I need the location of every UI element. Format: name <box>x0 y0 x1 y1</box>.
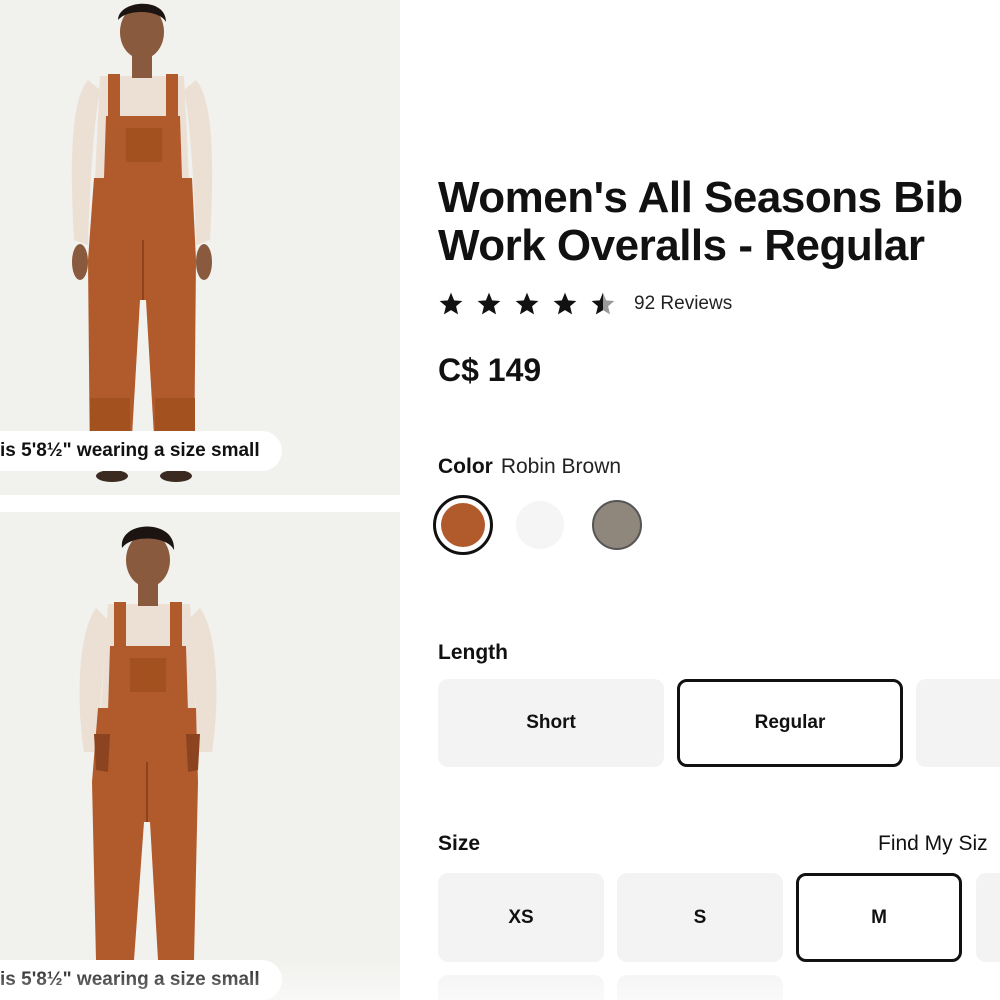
color-swatch-grey[interactable] <box>587 495 647 555</box>
product-page: is 5'8½" wearing a size small is 5'8½" w… <box>0 0 1000 1000</box>
rating-summary[interactable]: 92 Reviews <box>438 291 732 317</box>
product-info-panel: Women's All Seasons Bib Work Overalls - … <box>400 0 1000 1000</box>
swatch-color <box>441 503 485 547</box>
find-my-size-link[interactable]: Find My Siz <box>878 832 988 856</box>
model-caption: is 5'8½" wearing a size small <box>0 431 282 471</box>
size-option-row2[interactable] <box>438 975 604 1000</box>
model-photo <box>79 526 217 960</box>
color-label-row: Color Robin Brown <box>438 455 621 479</box>
color-swatch-robin-brown[interactable] <box>433 495 493 555</box>
model-photo <box>71 3 213 482</box>
star-full-icon <box>477 292 501 315</box>
length-option-more[interactable] <box>916 679 1000 767</box>
size-option-next[interactable] <box>976 873 1000 962</box>
size-option-xs[interactable]: XS <box>438 873 604 962</box>
star-full-icon <box>553 292 577 315</box>
reviews-link[interactable]: 92 Reviews <box>634 293 732 315</box>
length-option-short[interactable]: Short <box>438 679 664 767</box>
product-price: C$ 149 <box>438 352 542 388</box>
size-label: Size <box>438 832 481 855</box>
swatch-color <box>592 500 642 550</box>
gallery-divider <box>0 495 400 512</box>
product-image-front[interactable]: is 5'8½" wearing a size small <box>0 0 400 495</box>
star-full-icon <box>439 292 463 315</box>
length-label: Length <box>438 641 508 664</box>
product-title: Women's All Seasons Bib Work Overalls - … <box>438 173 963 270</box>
color-swatch-white[interactable] <box>510 495 570 555</box>
color-label: Color <box>438 455 493 478</box>
size-option-row2[interactable] <box>617 975 783 1000</box>
length-option-regular[interactable]: Regular <box>677 679 903 767</box>
size-option-m[interactable]: M <box>796 873 962 962</box>
model-caption: is 5'8½" wearing a size small <box>0 960 282 1000</box>
swatch-color <box>516 501 564 549</box>
selected-color-name: Robin Brown <box>500 455 622 478</box>
size-option-s[interactable]: S <box>617 873 783 962</box>
star-half-icon <box>591 292 615 315</box>
star-full-icon <box>515 292 539 315</box>
product-image-front-hands-in-pockets[interactable]: is 5'8½" wearing a size small <box>0 512 400 1000</box>
